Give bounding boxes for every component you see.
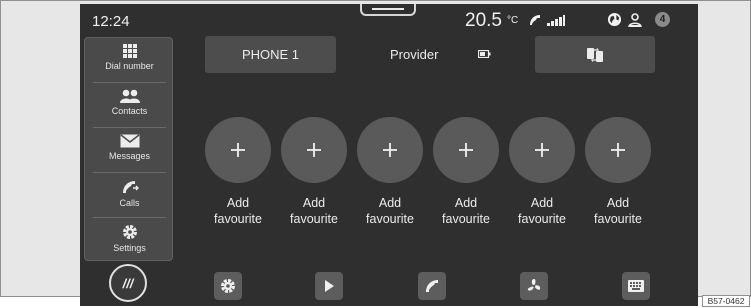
- divider: [93, 172, 166, 173]
- plus-icon: [611, 143, 625, 157]
- plus-icon: [459, 143, 473, 157]
- sidebar-item-label: Messages: [108, 151, 151, 161]
- phone-selector-button[interactable]: PHONE 1: [205, 36, 336, 73]
- add-favourite-button[interactable]: [205, 117, 271, 183]
- pull-down-handle[interactable]: [360, 4, 416, 16]
- favourite-label-line2: favourite: [442, 212, 490, 226]
- envelope-icon: [120, 134, 139, 148]
- dock-climate-button[interactable]: [520, 272, 548, 300]
- add-favourite-button[interactable]: [357, 117, 423, 183]
- signal-strength-icon: [547, 15, 565, 26]
- home-button-label: ///: [122, 275, 134, 291]
- infotainment-screen: 12:24 20.5 °C 4 Dial number Contacts Mes…: [80, 4, 698, 306]
- favourite-label-line2: favourite: [594, 212, 642, 226]
- favourite-slot-4[interactable]: Add favourite: [431, 117, 501, 227]
- dialpad-icon: [122, 44, 137, 58]
- sidebar-item-contacts[interactable]: Contacts: [90, 85, 169, 129]
- favourite-label-line1: Add: [454, 196, 478, 210]
- switch-phone-icon: [587, 47, 603, 62]
- favourite-label: Add favourite: [355, 195, 425, 227]
- clock: 12:24: [92, 13, 130, 30]
- favourite-label-line1: Add: [606, 196, 630, 210]
- divider: [93, 217, 166, 218]
- favourite-slot-3[interactable]: Add favourite: [355, 117, 425, 227]
- add-favourite-button[interactable]: [281, 117, 347, 183]
- provider-label: Provider: [390, 47, 439, 62]
- notification-badge[interactable]: 4: [655, 12, 670, 27]
- favourite-label-line2: favourite: [290, 212, 338, 226]
- favourite-label-line2: favourite: [366, 212, 414, 226]
- phone-sidebar: Dial number Contacts Messages Calls Sett…: [84, 37, 173, 261]
- add-favourite-button[interactable]: [509, 117, 575, 183]
- favourite-label-line2: favourite: [214, 212, 262, 226]
- favourite-label: Add favourite: [431, 195, 501, 227]
- sidebar-item-calls[interactable]: Calls: [90, 175, 169, 219]
- fan-icon: [527, 279, 541, 291]
- plus-icon: [231, 143, 245, 157]
- sidebar-item-label: Dial number: [105, 61, 154, 71]
- favourite-label: Add favourite: [507, 195, 577, 227]
- favourite-label-line1: Add: [226, 196, 250, 210]
- favourite-label-line1: Add: [378, 196, 402, 210]
- globe-icon[interactable]: [607, 12, 622, 27]
- favourite-slot-2[interactable]: Add favourite: [279, 117, 349, 227]
- divider: [93, 82, 166, 83]
- favourite-slot-5[interactable]: Add favourite: [507, 117, 577, 227]
- display-frame: 12:24 20.5 °C 4 Dial number Contacts Mes…: [0, 0, 751, 306]
- battery-icon: [478, 50, 491, 58]
- phone-icon: [426, 280, 438, 292]
- favourite-label: Add favourite: [279, 195, 349, 227]
- favourite-label: Add favourite: [583, 195, 653, 227]
- phone-connected-icon: [530, 15, 540, 25]
- call-log-icon: [122, 181, 139, 193]
- favourite-slot-6[interactable]: Add favourite: [583, 117, 653, 227]
- temperature-unit: °C: [507, 15, 519, 26]
- user-icon[interactable]: [627, 12, 643, 28]
- keyboard-icon: [628, 280, 644, 292]
- switch-phone-button[interactable]: [535, 36, 655, 73]
- sidebar-item-settings[interactable]: Settings: [90, 220, 169, 264]
- divider: [93, 127, 166, 128]
- sidebar-item-label: Settings: [113, 243, 146, 253]
- favourite-label-line2: favourite: [518, 212, 566, 226]
- phone-selector-label: PHONE 1: [241, 47, 300, 62]
- favourite-label-line1: Add: [302, 196, 326, 210]
- favourite-slot-1[interactable]: Add favourite: [203, 117, 273, 227]
- sidebar-item-label: Calls: [119, 198, 140, 208]
- dock-apps-button[interactable]: [622, 272, 650, 300]
- home-button[interactable]: ///: [109, 264, 147, 302]
- play-icon: [325, 280, 334, 292]
- temperature-readout: 20.5: [465, 10, 502, 31]
- dock-phone-button[interactable]: [418, 272, 446, 300]
- contacts-icon: [119, 89, 140, 103]
- plus-icon: [535, 143, 549, 157]
- sidebar-item-dial-number[interactable]: Dial number: [90, 40, 169, 84]
- favourite-label-line1: Add: [530, 196, 554, 210]
- dock-settings-button[interactable]: [214, 272, 242, 300]
- sidebar-item-messages[interactable]: Messages: [90, 130, 169, 174]
- figure-code: B57-0462: [702, 295, 750, 307]
- plus-icon: [383, 143, 397, 157]
- plus-icon: [307, 143, 321, 157]
- dock-media-button[interactable]: [315, 272, 343, 300]
- gear-icon: [122, 225, 137, 239]
- sidebar-item-label: Contacts: [111, 106, 148, 116]
- settings-icon: [221, 279, 235, 293]
- add-favourite-button[interactable]: [585, 117, 651, 183]
- add-favourite-button[interactable]: [433, 117, 499, 183]
- favourite-label: Add favourite: [203, 195, 273, 227]
